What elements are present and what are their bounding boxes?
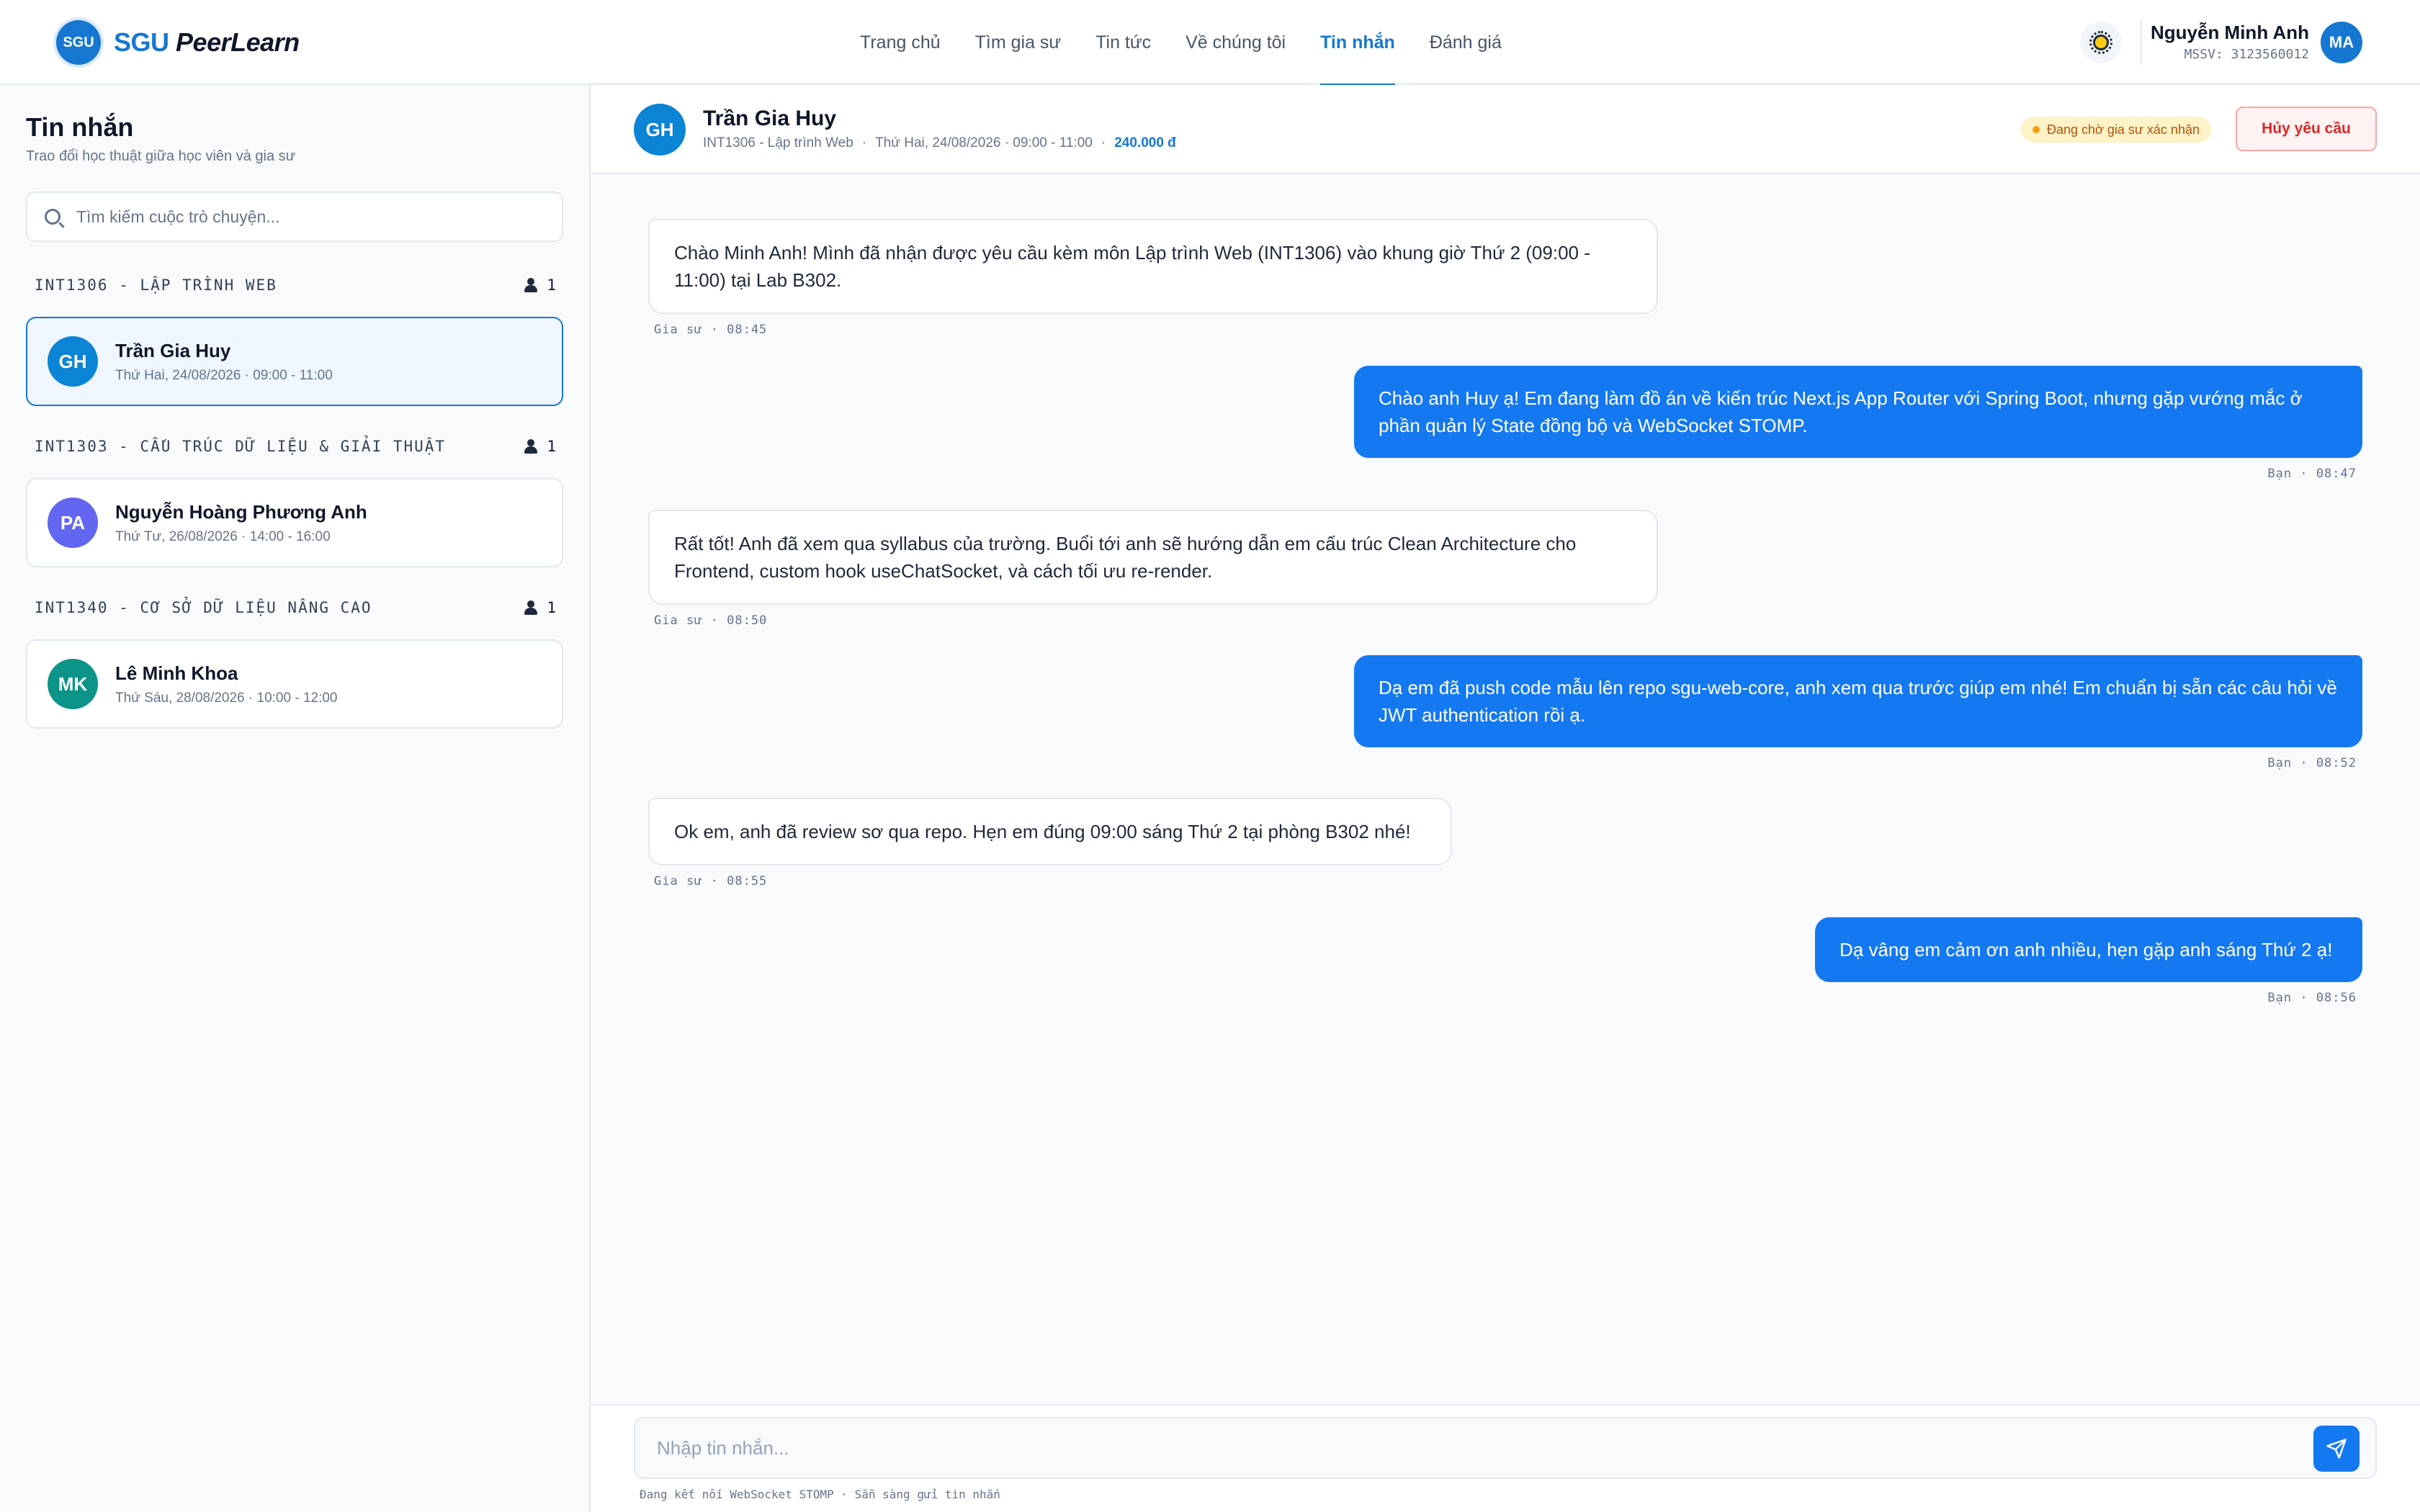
search-input[interactable] [76, 207, 537, 227]
conversation-time: Thứ Sáu, 28/08/2026 · 10:00 - 12:00 [115, 690, 338, 706]
brand-name-part2: PeerLearn [176, 27, 300, 57]
group-count-value: 1 [547, 276, 556, 294]
nav-reviews[interactable]: Đánh giá [1430, 0, 1502, 85]
message-bubble: Ok em, anh đã review sơ qua repo. Hẹn em… [648, 798, 1452, 865]
separator: · [1101, 135, 1106, 150]
group-label: INT1340 - CƠ SỞ DỮ LIỆU NÂNG CAO [35, 599, 372, 616]
conversation-time: Thứ Hai, 24/08/2026 · 09:00 - 11:00 [115, 367, 333, 383]
brand[interactable]: SGU SGU PeerLearn [56, 19, 300, 66]
avatar: MK [48, 659, 98, 709]
conversation-item[interactable]: GH Trần Gia Huy Thứ Hai, 24/08/2026 · 09… [26, 317, 563, 406]
person-icon [524, 600, 538, 615]
conversation-name: Trần Gia Huy [115, 339, 231, 361]
message-sent: Chào anh Huy ạ! Em đang làm đồ án về kiế… [1354, 366, 2362, 481]
avatar: GH [48, 336, 98, 387]
person-icon [524, 278, 538, 292]
group-count-value: 1 [547, 599, 556, 616]
user-avatar[interactable]: MA [2321, 22, 2362, 63]
message-bubble: Chào anh Huy ạ! Em đang làm đồ án về kiế… [1354, 366, 2362, 458]
nav-about[interactable]: Về chúng tôi [1186, 0, 1286, 85]
avatar: PA [48, 498, 98, 548]
conversation-item[interactable]: MK Lê Minh Khoa Thứ Sáu, 28/08/2026 · 10… [26, 639, 563, 729]
nav-divider [2141, 20, 2142, 65]
course-group: INT1303 - CẤU TRÚC DỮ LIỆU & GIẢI THUẬT … [26, 431, 563, 567]
brand-logo: SGU [56, 20, 101, 65]
conversation-info: Lê Minh Khoa Thứ Sáu, 28/08/2026 · 10:00… [115, 662, 338, 706]
message-bubble: Chào Minh Anh! Mình đã nhận được yêu cầu… [648, 219, 1658, 314]
message-bubble: Dạ vâng em cảm ơn anh nhiều, hẹn gặp anh… [1815, 917, 2362, 982]
user-student-id: MSSV: 3123560012 [2184, 47, 2309, 62]
conversation-time: Thứ Tư, 26/08/2026 · 14:00 - 16:00 [115, 528, 331, 544]
message-sent: Dạ vâng em cảm ơn anh nhiều, hẹn gặp anh… [1815, 917, 2362, 1005]
status-badge: Đang chờ gia sư xác nhận [2021, 117, 2211, 143]
person-icon [524, 439, 538, 454]
message-bubble: Rất tốt! Anh đã xem qua syllabus của trư… [648, 510, 1658, 605]
message-timestamp: Bạn · 08:56 [2267, 991, 2357, 1005]
chat-meta: INT1306 - Lập trình Web · Thứ Hai, 24/08… [703, 135, 1176, 151]
group-header: INT1340 - CƠ SỞ DỮ LIỆU NÂNG CAO 1 [26, 592, 563, 624]
top-navbar: SGU SGU PeerLearn Trang chủ Tìm gia sư T… [0, 0, 2420, 86]
group-count: 1 [524, 438, 556, 455]
conversation-info: Nguyễn Hoàng Phương Anh Thứ Tư, 26/08/20… [115, 501, 367, 545]
sidebar-title: Tin nhắn [26, 112, 134, 142]
chat-course: INT1306 - Lập trình Web [703, 135, 853, 150]
message-timestamp: Bạn · 08:47 [2267, 467, 2357, 481]
send-button[interactable] [2313, 1426, 2360, 1472]
message-received: Rất tốt! Anh đã xem qua syllabus của trư… [648, 510, 1658, 628]
avatar: GH [634, 104, 686, 156]
message-timestamp: Gia sư · 08:50 [654, 613, 768, 628]
search-icon [45, 209, 60, 225]
user-name: Nguyễn Minh Anh [2150, 22, 2309, 43]
chat-panel: GH Trần Gia Huy INT1306 - Lập trình Web … [591, 85, 2420, 1512]
message-timestamp: Gia sư · 08:55 [654, 874, 768, 888]
nav-messages[interactable]: Tin nhắn [1320, 0, 1395, 86]
group-count: 1 [524, 599, 556, 616]
separator: · [861, 135, 867, 150]
brand-name-part1: SGU [114, 27, 169, 57]
nav-find-tutor[interactable]: Tìm gia sư [975, 0, 1062, 85]
chat-header: GH Trần Gia Huy INT1306 - Lập trình Web … [591, 85, 2420, 174]
message-input[interactable] [657, 1436, 2241, 1459]
message-received: Chào Minh Anh! Mình đã nhận được yêu cầu… [648, 219, 1658, 337]
send-icon [2326, 1439, 2347, 1459]
user-info: Nguyễn Minh Anh MSSV: 3123560012 [2151, 22, 2309, 62]
chat-schedule: Thứ Hai, 24/08/2026 · 09:00 - 11:00 [875, 135, 1093, 150]
message-bubble: Dạ em đã push code mẫu lên repo sgu-web-… [1354, 655, 2362, 747]
message-timestamp: Bạn · 08:52 [2267, 756, 2357, 770]
connection-status: Đang kết nối WebSocket STOMP · Sẵn sàng … [640, 1488, 1000, 1501]
conversation-info: Trần Gia Huy Thứ Hai, 24/08/2026 · 09:00… [115, 340, 333, 384]
composer-area: Đang kết nối WebSocket STOMP · Sẵn sàng … [591, 1404, 2420, 1512]
group-header: INT1306 - LẬP TRÌNH WEB 1 [26, 269, 563, 301]
status-text: Đang chờ gia sư xác nhận [2047, 122, 2200, 137]
conversation-name: Nguyễn Hoàng Phương Anh [115, 500, 367, 523]
nav-news[interactable]: Tin tức [1095, 0, 1151, 85]
conversation-item[interactable]: PA Nguyễn Hoàng Phương Anh Thứ Tư, 26/08… [26, 478, 563, 567]
group-header: INT1303 - CẤU TRÚC DỮ LIỆU & GIẢI THUẬT … [26, 431, 563, 462]
message-timestamp: Gia sư · 08:45 [654, 323, 768, 337]
composer [634, 1417, 2377, 1479]
chat-price: 240.000 đ [1114, 135, 1176, 150]
message-sent: Dạ em đã push code mẫu lên repo sgu-web-… [1354, 655, 2362, 770]
conversation-name: Lê Minh Khoa [115, 662, 238, 684]
main-nav: Trang chủ Tìm gia sư Tin tức Về chúng tô… [860, 0, 1536, 86]
conversation-sidebar: Tin nhắn Trao đổi học thuật giữa học viê… [0, 85, 591, 1512]
nav-home[interactable]: Trang chủ [860, 0, 941, 85]
sun-icon [2089, 31, 2112, 54]
chat-partner-name: Trần Gia Huy [703, 107, 837, 130]
cancel-request-button[interactable]: Hủy yêu cầu [2236, 107, 2377, 151]
group-label: INT1303 - CẤU TRÚC DỮ LIỆU & GIẢI THUẬT [35, 438, 447, 455]
course-group: INT1306 - LẬP TRÌNH WEB 1 GH Trần Gia Hu… [26, 269, 563, 406]
message-received: Ok em, anh đã review sơ qua repo. Hẹn em… [648, 798, 1452, 888]
group-count-value: 1 [547, 438, 556, 455]
sidebar-subtitle: Trao đổi học thuật giữa học viên và gia … [26, 148, 296, 164]
search-box [26, 192, 563, 242]
group-label: INT1306 - LẬP TRÌNH WEB [35, 276, 277, 294]
course-group: INT1340 - CƠ SỞ DỮ LIỆU NÂNG CAO 1 MK Lê… [26, 592, 563, 729]
group-count: 1 [524, 276, 556, 294]
status-dot-icon [2033, 126, 2040, 133]
brand-name: SGU PeerLearn [114, 27, 300, 58]
theme-toggle-button[interactable] [2080, 22, 2122, 63]
